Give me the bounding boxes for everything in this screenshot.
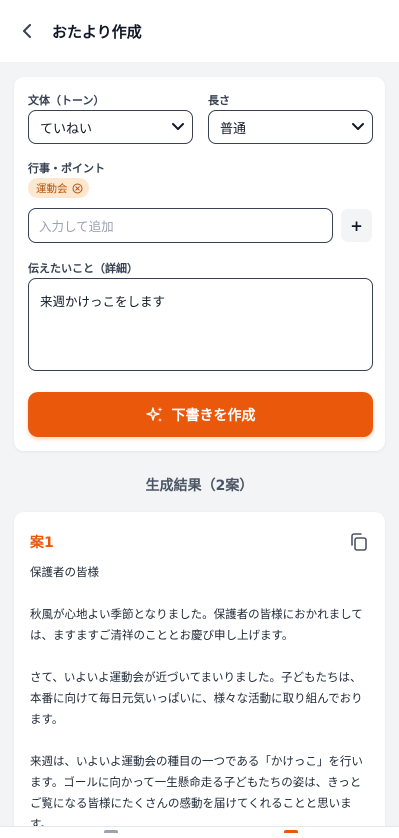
draft-paragraph: 秋風が心地よい季節となりました。保護者の皆様におかれましては、ますますご清祥のこ… xyxy=(30,607,363,642)
details-label: 伝えたいこと（詳細） xyxy=(28,262,138,275)
length-select-value: 普通 xyxy=(220,121,247,137)
back-button[interactable] xyxy=(18,22,36,40)
draft-body: 保護者の皆様 秋風が心地よい季節となりました。保護者の皆様におかれましては、ます… xyxy=(30,562,371,838)
chevron-left-icon xyxy=(23,24,31,38)
point-chip-label: 運動会 xyxy=(36,182,68,195)
form-card: 文体（トーン） 長さ ていねい 普通 行事・ポイント 運動会 入力して追加 + … xyxy=(14,77,385,451)
generate-draft-button[interactable]: 下書きを作成 xyxy=(28,392,373,437)
add-point-button[interactable]: + xyxy=(341,209,372,242)
page-title: おたより作成 xyxy=(52,22,142,41)
chevron-down-icon xyxy=(172,123,184,130)
results-title: 生成結果（2案） xyxy=(145,478,254,494)
point-input[interactable]: 入力して追加 xyxy=(28,208,333,243)
app-header: おたより作成 xyxy=(0,0,399,62)
details-textarea[interactable]: 来週かけっこをします xyxy=(28,278,373,371)
length-select[interactable]: 普通 xyxy=(208,110,373,144)
points-label: 行事・ポイント xyxy=(28,162,105,175)
copy-button[interactable] xyxy=(349,532,369,552)
tone-label: 文体（トーン） xyxy=(28,94,105,107)
tone-select[interactable]: ていねい xyxy=(28,110,193,144)
sparkles-icon xyxy=(145,406,162,422)
point-chip: 運動会 xyxy=(28,178,89,198)
draft-paragraph: さて、いよいよ運動会が近づいてまいりました。子どもたちは、本番に向けて毎日元気い… xyxy=(30,670,363,726)
copy-icon xyxy=(351,533,367,551)
bottom-nav xyxy=(0,826,399,838)
draft-title: 案1 xyxy=(30,535,54,551)
nav-item-compose[interactable] xyxy=(284,830,298,833)
draft-greeting: 保護者の皆様 xyxy=(30,565,99,579)
remove-chip-button[interactable] xyxy=(72,183,83,194)
chevron-down-icon xyxy=(352,123,364,130)
nav-item-home[interactable] xyxy=(104,830,118,833)
length-label: 長さ xyxy=(208,94,230,107)
generate-draft-label: 下書きを作成 xyxy=(171,407,256,424)
tone-select-value: ていねい xyxy=(40,121,93,137)
draft-paragraph: 来週は、いよいよ運動会の種目の一つである「かけっこ」を行います。ゴールに向かって… xyxy=(30,754,363,831)
draft-card: 案1 保護者の皆様 秋風が心地よい季節となりました。保護者の皆様におかれましては… xyxy=(14,512,385,838)
close-circle-icon xyxy=(72,183,82,193)
